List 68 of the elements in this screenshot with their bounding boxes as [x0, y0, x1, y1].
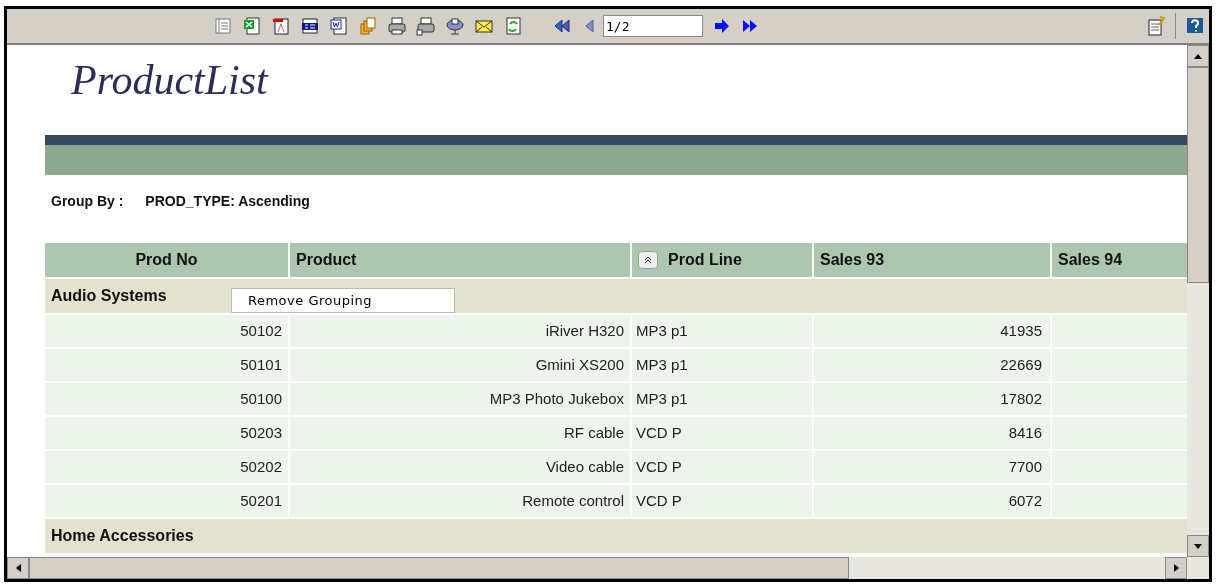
scroll-down-button[interactable]: [1187, 535, 1209, 557]
column-header[interactable]: Sales 93: [814, 243, 1050, 277]
remove-grouping-menu-item[interactable]: Remove Grouping: [231, 288, 455, 313]
edit-document-icon[interactable]: [1146, 16, 1166, 36]
column-label: Product: [296, 250, 357, 270]
table-cell: 50100: [45, 383, 288, 415]
spreadsheet-icon[interactable]: [242, 16, 262, 36]
copy-pages-icon[interactable]: [358, 16, 378, 36]
table-cell: 50202: [45, 451, 288, 483]
up-arrow-icon: [1194, 53, 1202, 59]
vertical-scrollbar[interactable]: [1187, 45, 1209, 557]
sort-ascending-button[interactable]: [638, 251, 658, 269]
table-cell: MP3 p1: [632, 383, 812, 415]
pdf-document-icon[interactable]: [271, 16, 291, 36]
column-header[interactable]: Sales 94: [1052, 243, 1187, 277]
table-cell: 8416: [814, 417, 1050, 449]
horizontal-scrollbar[interactable]: [7, 557, 1209, 579]
group-by-label: Group By :: [51, 192, 124, 211]
group-name: Audio Systems: [51, 286, 167, 306]
column-header[interactable]: Product: [290, 243, 630, 277]
column-label: Prod No: [135, 250, 198, 270]
group-by-value: PROD_TYPE: Ascending: [145, 192, 310, 211]
table-cell: VCD P: [632, 485, 812, 517]
column-header[interactable]: Prod Line: [632, 243, 812, 277]
table-cell: iRiver H320: [290, 315, 630, 347]
printer-icon[interactable]: [387, 16, 407, 36]
table-cell: MP3 p1: [632, 349, 812, 381]
csv-icon[interactable]: [300, 16, 320, 36]
word-document-icon[interactable]: [329, 16, 349, 36]
column-label: Prod Line: [668, 250, 742, 270]
printer-icon[interactable]: [416, 16, 436, 36]
page-number-field[interactable]: 1/2: [603, 15, 703, 37]
table-cell: Remote control: [290, 485, 630, 517]
scroll-right-button[interactable]: [1165, 557, 1187, 579]
table-cell: 50201: [45, 485, 288, 517]
first-page-icon[interactable]: [553, 16, 573, 36]
help-icon[interactable]: [1185, 16, 1205, 36]
table-cell: RF cable: [290, 417, 630, 449]
column-header[interactable]: Prod No: [45, 243, 288, 277]
table-cell: 6072: [814, 485, 1050, 517]
right-arrow-icon: [1173, 564, 1179, 572]
down-arrow-icon: [1194, 543, 1202, 549]
refresh-document-icon[interactable]: [503, 16, 523, 36]
next-page-icon[interactable]: [712, 16, 732, 36]
table-cell: VCD P: [632, 417, 812, 449]
double-chevron-up-icon: [643, 255, 653, 265]
group-name: Home Accessories: [51, 526, 194, 546]
column-label: Sales 94: [1058, 250, 1123, 270]
table-cell: MP3 Photo Jukebox: [290, 383, 630, 415]
column-label: Sales 93: [820, 250, 885, 270]
table-cell: 50102: [45, 315, 288, 347]
scroll-thumb[interactable]: [1187, 67, 1209, 283]
table-cell: MP3 p1: [632, 315, 812, 347]
scroll-left-button[interactable]: [7, 557, 29, 579]
table-cell: Video cable: [290, 451, 630, 483]
network-printer-icon[interactable]: [445, 16, 465, 36]
table-cell: 41935: [814, 315, 1050, 347]
table-cell: Gmini XS200: [290, 349, 630, 381]
scroll-up-button[interactable]: [1187, 45, 1209, 67]
table-cell: 50203: [45, 417, 288, 449]
left-arrow-icon: [15, 564, 21, 572]
report-title: ProductList: [71, 57, 268, 103]
scroll-thumb[interactable]: [29, 557, 849, 579]
table-cell: VCD P: [632, 451, 812, 483]
table-cell: 17802: [814, 383, 1050, 415]
table-cell: 22669: [814, 349, 1050, 381]
table-cell: 7700: [814, 451, 1050, 483]
table-cell: 50101: [45, 349, 288, 381]
